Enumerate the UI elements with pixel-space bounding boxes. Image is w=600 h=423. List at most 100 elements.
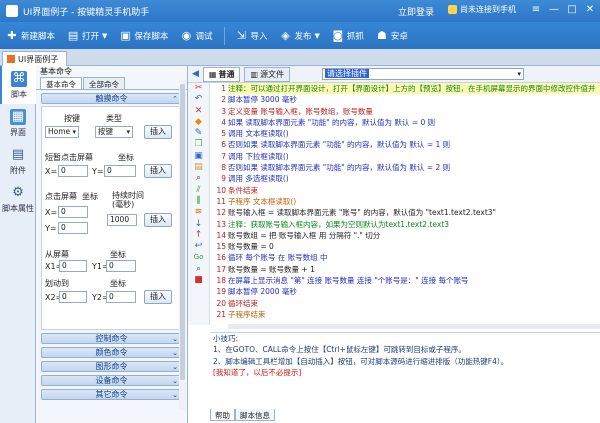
code-line[interactable]: 注释：可以通过打开界面设计，打开【界面设计】上方的【预览】按钮，在手机屏幕显示的… [228,83,600,95]
code-line[interactable]: 账号数组 = 把 账号输入框 用 分隔符 "." 切分 [228,230,600,241]
phone-status[interactable]: 尚未连接到手机 [448,4,516,15]
other-section-header[interactable]: 其它命令 ⌄ [41,389,182,400]
bookmark-icon[interactable]: ◆ [188,117,209,128]
insert-swipe-button[interactable]: 插入 [144,290,172,304]
touch-section-header[interactable]: 触摸命令 ⌃ [41,93,182,104]
swipe-x1-input[interactable]: 0 [59,260,87,272]
debug-button[interactable]: ◉ 调试 [180,29,213,42]
android-button[interactable]: ☗ 安卓 [376,29,408,42]
goto-icon[interactable]: Go [188,252,209,263]
android-label: 安卓 [390,31,408,42]
code-area[interactable]: 注释：可以通过打开界面设计，打开【界面设计】上方的【预览】按钮，在手机屏幕显示的… [228,83,600,325]
code-line[interactable]: 调用 下拉框读取() [228,151,600,162]
sidebar-item-props[interactable]: ⚙ 脚本属性 [0,180,36,218]
delete-icon[interactable]: ✕ [188,106,209,117]
insert-press-button[interactable]: 插入 [144,213,172,227]
code-line[interactable]: 账号输入框 = 读取脚本界面元素 "账号" 的内容，默认值为 "text1.te… [228,207,600,218]
down-icon[interactable]: ↓ [188,219,209,230]
open-button[interactable]: ▤ 打开 ▼ [67,29,108,42]
outdent-icon[interactable]: ⫼ [188,196,209,207]
format-icon[interactable]: ≋ [188,207,209,218]
code-line[interactable]: 子程序 文本框读取() [228,196,600,207]
code-line[interactable]: 调用 文本框读取() [228,128,600,139]
code-line[interactable]: 如果 读取脚本界面元素 "功能" 的内容，默认值为 默认 = 0 则 [228,117,600,128]
graphic-section-header[interactable]: 图形命令 ⌄ [41,361,182,372]
press-x-input[interactable]: 0 [58,206,88,218]
indent-icon[interactable]: ⫽ [188,185,209,196]
code-line[interactable]: 子程序结束 [228,309,600,320]
login-link[interactable]: 立即登录 [398,5,434,18]
line-number: 13 [216,219,226,229]
up-icon[interactable]: ↑ [188,230,209,241]
minimize-icon[interactable]: — [548,3,560,17]
code-hscrollbar[interactable] [228,324,600,329]
color-section-header[interactable]: 颜色命令 ⌄ [41,347,182,358]
code-line[interactable]: 脚本暂停 2000 毫秒 [228,286,600,297]
tap-y-input[interactable]: 0 [104,165,136,177]
key-select[interactable]: Home [45,126,79,138]
swipe-y1-input[interactable]: 0 [106,260,136,272]
code-line[interactable]: 循环 每个账号 在 账号数组 中 [228,252,600,263]
insert-key-button[interactable]: 插入 [144,125,172,139]
left-sidebar: ⌘ 脚本 ▦ 界面 ▤ 附件 ⚙ 脚本属性 [0,66,36,423]
import-button[interactable]: ⇲ 导入 [235,29,268,42]
code-line[interactable]: 注释：获取账号输入框内容，如果为空则默认为text1.text2.text3 [228,219,600,230]
code-line[interactable]: 定义变量 账号输入框，账号数组，账号数量 [228,106,600,117]
insert-tap-button[interactable]: 插入 [144,164,172,178]
menu-icon[interactable]: ≡ [530,3,542,17]
control-section-header[interactable]: 控制命令 ⌄ [41,333,182,344]
swipe-from-label: 从屏幕 [45,250,69,259]
cut-icon[interactable]: ✂ [188,83,209,94]
tab-basic-commands[interactable]: 基本命令 [40,77,82,89]
type-select[interactable]: 按键 [95,126,133,138]
code-line[interactable]: 账号数量 = 账号数量 + 1 [228,264,600,275]
panel-scrollbar[interactable] [179,80,186,410]
line-number: 5 [221,129,226,139]
sidebar-item-attach[interactable]: ▤ 附件 [0,142,36,180]
comment-icon[interactable]: ✎ [188,128,209,139]
code-line[interactable]: 否则如果 读取脚本界面元素 "功能" 的内容，默认值为 默认 = 1 则 [228,139,600,150]
tab-source[interactable]: ▥ 源文件 [244,66,291,82]
duration-input[interactable]: 1000 [107,214,137,226]
wrap-icon[interactable]: ↩ [188,241,209,252]
tap-x-input[interactable]: 0 [58,165,88,177]
code-line[interactable]: 条件结束 [228,185,600,196]
open-label: 打开 [82,31,100,42]
tab-help[interactable]: 帮助 [210,409,235,421]
tab-script-info[interactable]: 脚本信息 [235,409,275,421]
press-y-input[interactable]: 0 [58,222,88,234]
swipe-y2-input[interactable]: 0 [106,291,136,303]
code-line[interactable]: 否则如果 读取脚本界面元素 "功能" 的内容，默认值为 默认 = 2 则 [228,162,600,173]
new-script-button[interactable]: ✚ 新建脚本 [6,29,55,42]
stop-icon[interactable]: ■ [188,275,209,286]
plugin-select[interactable]: 请选择插件 [322,68,525,80]
tab-ui-example[interactable]: UI界面例子 [2,51,68,66]
close-icon[interactable]: ✕ [584,3,596,17]
maximize-icon[interactable]: □ [566,3,578,17]
publish-label: 发布 [294,31,312,42]
code-line[interactable]: 账号数量 = 0 [228,241,600,252]
code-line[interactable]: 调用 多选框读取() [228,173,600,184]
save-script-button[interactable]: ▣ 保存脚本 [119,29,168,42]
undo-icon[interactable]: ↶ [188,94,209,105]
capture-button[interactable]: ◙ 抓抓 [332,29,364,42]
device-section-header[interactable]: 设备命令 ⌄ [41,375,182,386]
swipe-x2-input[interactable]: 0 [59,291,87,303]
paste-icon[interactable]: ▣ [188,151,209,162]
back-icon[interactable]: ◀ [192,69,199,79]
code-line[interactable]: 脚本暂停 3000 毫秒 [228,94,600,105]
find-icon[interactable]: ⌕ [188,173,209,184]
search-icon[interactable]: ⌕ [188,264,209,275]
code-line[interactable]: 在屏幕上显示消息 "第" 连接 账号数量 连接 "个账号是：" 连接 每个账号 [228,275,600,286]
line-number: 2 [221,95,226,105]
tab-all-commands[interactable]: 全部命令 [83,77,125,89]
folder-open-icon[interactable]: ▤ [188,162,209,173]
panel-scroll-thumb[interactable] [180,84,185,380]
publish-button[interactable]: ◈ 发布 ▼ [279,29,320,42]
phone-icon [448,5,457,14]
sidebar-item-ui[interactable]: ▦ 界面 [0,104,36,142]
sidebar-item-script[interactable]: ⌘ 脚本 [0,66,36,104]
tab-normal[interactable]: ▦ 普通 [202,66,241,82]
code-line[interactable]: 循环结束 [228,298,600,309]
copy-icon[interactable]: ❐ [188,139,209,150]
